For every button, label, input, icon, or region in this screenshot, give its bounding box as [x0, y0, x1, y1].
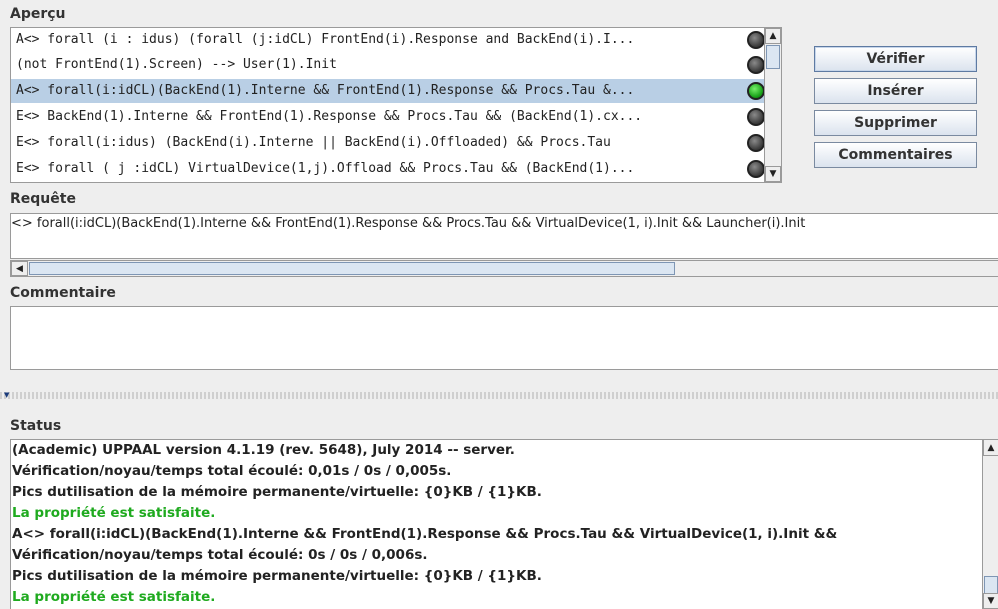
scroll-thumb[interactable]	[766, 45, 780, 69]
requete-title: Requête	[10, 191, 76, 207]
query-row[interactable]: E<> BackEnd(1).Interne && FrontEnd(1).Re…	[11, 105, 766, 129]
query-text: A<> forall (i : idus) (forall (j:idCL) F…	[16, 32, 635, 47]
query-text: (not FrontEnd(1).Screen) --> User(1).Ini…	[16, 57, 337, 72]
status-line: Vérification/noyau/temps total écoulé: 0…	[12, 547, 428, 563]
query-text: E<> forall ( j :idCL) VirtualDevice(1,j)…	[16, 161, 635, 176]
query-row[interactable]: E<> forall(i:idus) (BackEnd(i).Interne |…	[11, 131, 766, 155]
hscroll-thumb[interactable]	[29, 262, 675, 275]
status-log[interactable]: (Academic) UPPAAL version 4.1.19 (rev. 5…	[10, 439, 998, 609]
query-input[interactable]: <> forall(i:idCL)(BackEnd(1).Interne && …	[10, 213, 998, 259]
status-gray-icon	[747, 31, 765, 49]
status-gray-icon	[747, 134, 765, 152]
comment-textarea[interactable]	[10, 306, 998, 370]
status-log-scrollbar[interactable]: ▲ ▼	[982, 440, 998, 609]
status-green-icon	[747, 82, 765, 100]
scroll-up-arrow-icon[interactable]: ▲	[983, 440, 998, 456]
verify-button[interactable]: Vérifier	[814, 46, 977, 72]
query-list-scrollbar[interactable]: ▲ ▼	[764, 28, 781, 182]
query-text: E<> BackEnd(1).Interne && FrontEnd(1).Re…	[16, 109, 643, 124]
status-gray-icon	[747, 56, 765, 74]
collapse-arrow-icon[interactable]: ▼	[4, 391, 9, 399]
query-row[interactable]: E<> forall ( j :idCL) VirtualDevice(1,j)…	[11, 157, 766, 181]
status-gray-icon	[747, 160, 765, 178]
status-line: Vérification/noyau/temps total écoulé: 0…	[12, 463, 452, 479]
scroll-left-arrow-icon[interactable]: ◀	[11, 261, 28, 276]
query-row-selected[interactable]: A<> forall(i:idCL)(BackEnd(1).Interne &&…	[11, 79, 766, 103]
scroll-down-arrow-icon[interactable]: ▼	[765, 166, 781, 182]
delete-button[interactable]: Supprimer	[814, 110, 977, 136]
comments-button[interactable]: Commentaires	[814, 142, 977, 168]
query-row[interactable]: (not FrontEnd(1).Screen) --> User(1).Ini…	[11, 53, 766, 77]
scroll-up-arrow-icon[interactable]: ▲	[765, 28, 781, 44]
status-title: Status	[10, 418, 62, 434]
apercu-title: Aperçu	[10, 6, 66, 22]
query-text: E<> forall(i:idus) (BackEnd(i).Interne |…	[16, 135, 611, 150]
status-gray-icon	[747, 108, 765, 126]
query-row[interactable]: A<> forall (i : idus) (forall (j:idCL) F…	[11, 28, 766, 52]
query-list[interactable]: A<> forall (i : idus) (forall (j:idCL) F…	[10, 27, 782, 183]
query-input-hscrollbar[interactable]: ◀	[10, 260, 998, 277]
query-text: A<> forall(i:idCL)(BackEnd(1).Interne &&…	[16, 83, 635, 98]
status-line: Pics dutilisation de la mémoire permanen…	[12, 484, 542, 500]
status-line-satisfied: La propriété est satisfaite.	[12, 505, 216, 521]
status-line-satisfied: La propriété est satisfaite.	[12, 589, 216, 605]
status-line: A<> forall(i:idCL)(BackEnd(1).Interne &&…	[12, 526, 838, 542]
scroll-down-arrow-icon[interactable]: ▼	[983, 593, 998, 609]
status-line: (Academic) UPPAAL version 4.1.19 (rev. 5…	[12, 442, 515, 458]
status-line: Pics dutilisation de la mémoire permanen…	[12, 568, 542, 584]
insert-button[interactable]: Insérer	[814, 78, 977, 104]
split-pane-divider[interactable]	[0, 392, 998, 399]
commentaire-title: Commentaire	[10, 285, 116, 301]
